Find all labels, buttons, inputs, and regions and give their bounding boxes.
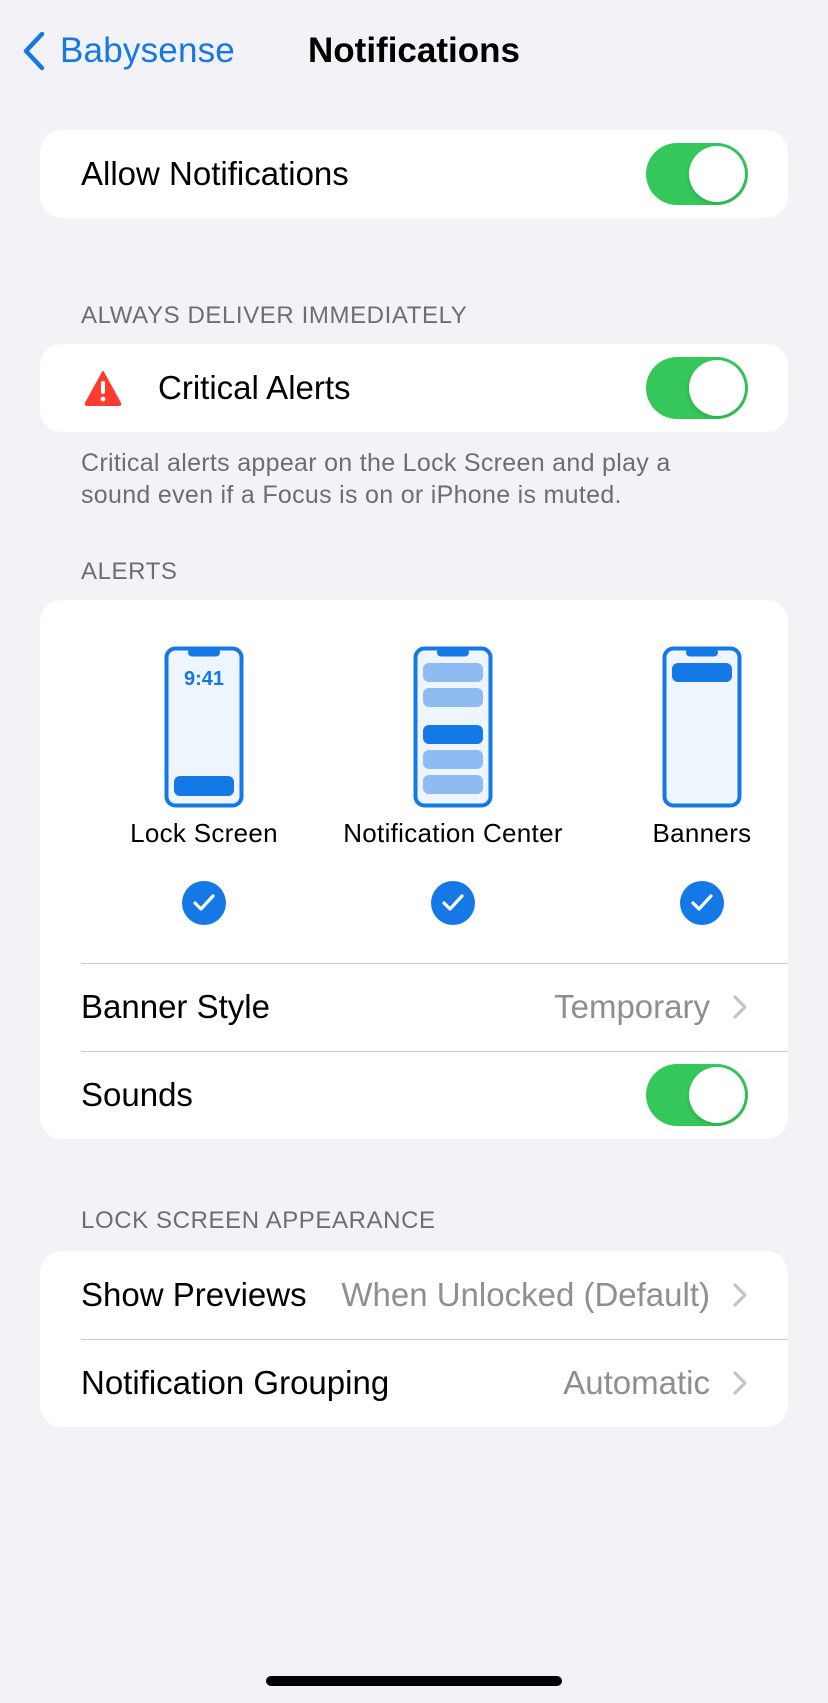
- chevron-right-icon: [733, 995, 747, 1019]
- alert-option-label: Lock Screen: [130, 818, 278, 848]
- allow-notifications-label: Allow Notifications: [81, 155, 349, 192]
- alert-option-banners[interactable]: Banners: [572, 646, 788, 925]
- show-previews-value: When Unlocked (Default): [341, 1276, 710, 1313]
- checkmark-icon: [680, 881, 724, 925]
- critical-alerts-label: Critical Alerts: [158, 369, 351, 406]
- critical-alerts-row: Critical Alerts: [40, 344, 788, 432]
- allow-notifications-toggle[interactable]: [646, 143, 748, 205]
- alert-option-lock-screen[interactable]: 9:41 Lock Screen: [74, 646, 334, 925]
- alert-option-label: Notification Center: [343, 818, 563, 848]
- sounds-label: Sounds: [81, 1076, 193, 1113]
- chevron-right-icon: [733, 1371, 747, 1395]
- critical-alerts-toggle[interactable]: [646, 357, 748, 419]
- alert-style-options: 9:41 Lock Screen Notification Center Ban…: [40, 600, 788, 963]
- lock-screen-clock: 9:41: [184, 668, 224, 690]
- page-title: Notifications: [308, 31, 520, 70]
- navigation-bar: Babysense Notifications: [0, 0, 828, 104]
- warning-triangle-icon: [84, 371, 122, 406]
- lock-screen-appearance-card: Show Previews When Unlocked (Default) No…: [40, 1251, 788, 1427]
- checkmark-icon: [182, 881, 226, 925]
- banner-style-value: Temporary: [554, 988, 710, 1025]
- allow-notifications-row: Allow Notifications: [40, 130, 788, 218]
- divider: [81, 963, 788, 964]
- lock-screen-appearance-header: LOCK SCREEN APPEARANCE: [81, 1207, 436, 1234]
- toggle-knob: [689, 146, 745, 202]
- alert-option-label: Banners: [652, 818, 752, 848]
- critical-alerts-card: Critical Alerts: [40, 344, 788, 432]
- sounds-row: Sounds: [40, 1051, 788, 1139]
- banner-style-label: Banner Style: [81, 988, 270, 1025]
- always-deliver-header: ALWAYS DELIVER IMMEDIATELY: [81, 302, 468, 329]
- toggle-knob: [689, 360, 745, 416]
- show-previews-label: Show Previews: [81, 1276, 307, 1313]
- home-indicator: [266, 1676, 562, 1686]
- banner-style-row[interactable]: Banner Style Temporary: [40, 963, 788, 1051]
- banners-phone-icon: [662, 646, 742, 808]
- toggle-knob: [689, 1067, 745, 1123]
- alerts-header: ALERTS: [81, 558, 178, 585]
- chevron-right-icon: [733, 1283, 747, 1307]
- critical-alerts-footer: Critical alerts appear on the Lock Scree…: [81, 449, 671, 509]
- notification-center-phone-icon: [413, 646, 493, 808]
- notification-grouping-row[interactable]: Notification Grouping Automatic: [40, 1339, 788, 1427]
- notification-grouping-label: Notification Grouping: [81, 1364, 390, 1401]
- alerts-card: 9:41 Lock Screen Notification Center Ban…: [40, 600, 788, 1139]
- notification-grouping-value: Automatic: [563, 1364, 710, 1401]
- alert-option-notification-center[interactable]: Notification Center: [323, 646, 583, 925]
- sounds-toggle[interactable]: [646, 1064, 748, 1126]
- show-previews-row[interactable]: Show Previews When Unlocked (Default): [40, 1251, 788, 1339]
- lock-screen-phone-icon: 9:41: [164, 646, 244, 808]
- checkmark-icon: [431, 881, 475, 925]
- allow-notifications-card: Allow Notifications: [40, 130, 788, 218]
